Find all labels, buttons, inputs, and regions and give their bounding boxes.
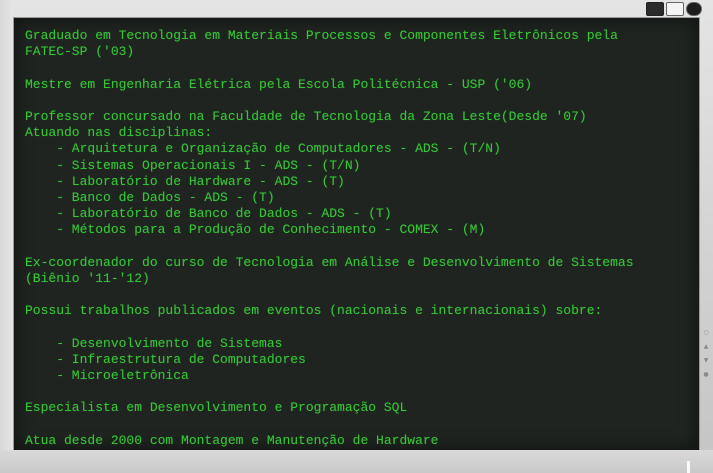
tco-logo-icon bbox=[666, 2, 684, 16]
text-line: - Infraestrutura de Computadores bbox=[25, 351, 306, 367]
terminal-text: Graduado em Tecnologia em Materiais Proc… bbox=[25, 28, 689, 449]
menu-button[interactable]: ○ bbox=[703, 330, 709, 336]
down-button[interactable]: ▼ bbox=[703, 358, 709, 364]
text-line: - Métodos para a Produção de Conheciment… bbox=[25, 222, 486, 238]
monitor-logos bbox=[646, 1, 702, 17]
text-line: - Desenvolvimento de Sistemas bbox=[25, 335, 283, 351]
text-line: Ex-coordenador do curso de Tecnologia em… bbox=[25, 254, 634, 270]
monitor-side-controls: ○ ▲ ▼ ● bbox=[701, 330, 711, 378]
text-line: FATEC-SP ('03) bbox=[25, 44, 135, 60]
monitor-bezel-bottom bbox=[0, 450, 713, 473]
text-line: Especialista em Desenvolvimento e Progra… bbox=[25, 400, 408, 416]
up-button[interactable]: ▲ bbox=[703, 344, 709, 350]
text-line: Atuando nas disciplinas: bbox=[25, 125, 213, 141]
energy-star-logo-icon bbox=[646, 2, 664, 16]
text-line: Atua desde 2000 com Montagem e Manutençã… bbox=[25, 432, 439, 448]
text-line: (Biênio '11-'12) bbox=[25, 270, 150, 286]
text-line: Mestre em Engenharia Elétrica pela Escol… bbox=[25, 76, 533, 92]
text-line: - Microeletrônica bbox=[25, 367, 189, 383]
text-line: - Sistemas Operacionais I - ADS - (T/N) bbox=[25, 157, 361, 173]
text-line: Graduado em Tecnologia em Materiais Proc… bbox=[25, 28, 618, 43]
monitor-screen: Graduado em Tecnologia em Materiais Proc… bbox=[14, 18, 699, 450]
bezel-mark bbox=[687, 461, 690, 473]
monitor-bezel-left bbox=[0, 0, 14, 473]
text-line: - Arquitetura e Organização de Computado… bbox=[25, 141, 501, 157]
text-line: - Banco de Dados - ADS - (T) bbox=[25, 189, 275, 205]
text-line: Possui trabalhos publicados em eventos (… bbox=[25, 303, 603, 319]
text-line: - Laboratório de Hardware - ADS - (T) bbox=[25, 173, 345, 189]
power-button[interactable]: ● bbox=[703, 372, 709, 378]
power-logo-icon bbox=[686, 2, 702, 16]
text-line: - Laboratório de Banco de Dados - ADS - … bbox=[25, 206, 392, 222]
text-line: Professor concursado na Faculdade de Tec… bbox=[25, 108, 587, 124]
